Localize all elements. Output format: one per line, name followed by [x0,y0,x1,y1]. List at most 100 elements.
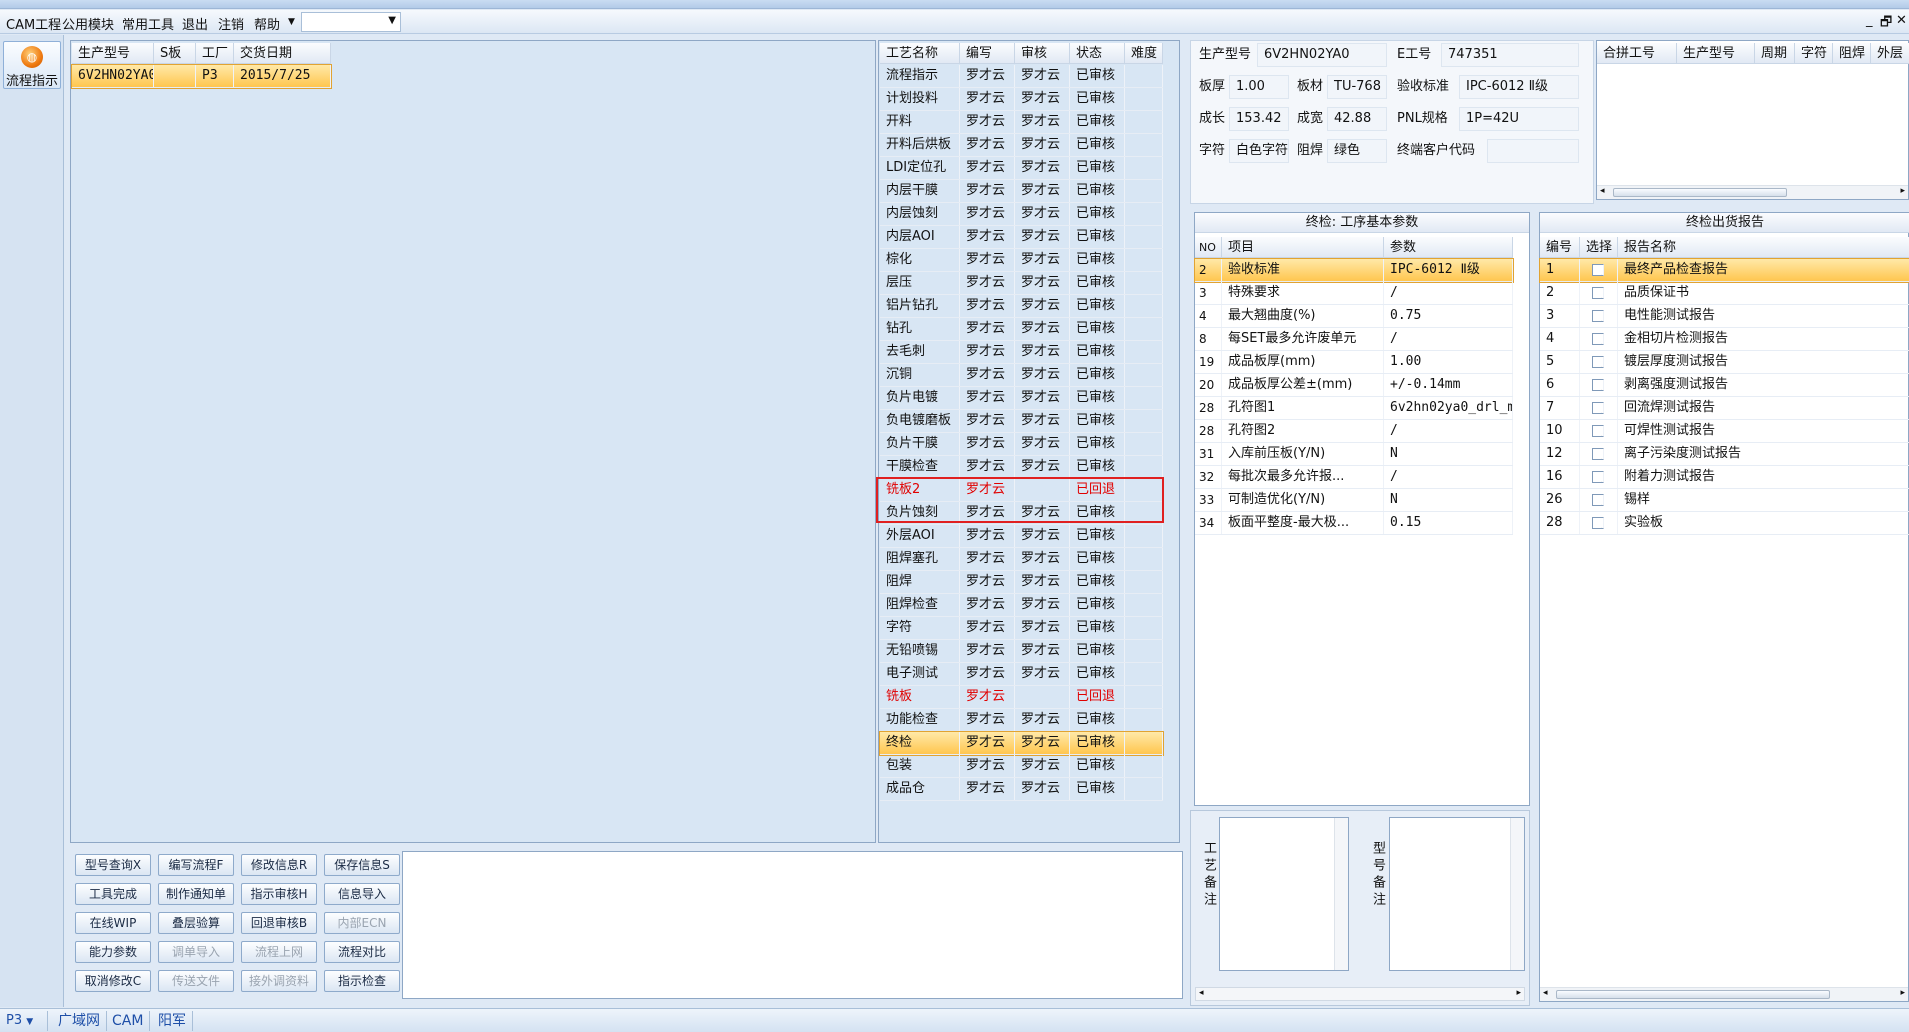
menu-help[interactable]: 帮助 [254,14,280,33]
process-row[interactable]: LDI定位孔 罗才云 罗才云 已审核 [880,157,1163,180]
process-row[interactable]: 成品仓 罗才云 罗才云 已审核 [880,778,1163,801]
process-row[interactable]: 计划投料 罗才云 罗才云 已审核 [880,88,1163,111]
process-row[interactable]: 钻孔 罗才云 罗才云 已审核 [880,318,1163,341]
scroll-right-icon[interactable]: ▸ [1900,186,1905,196]
process-row[interactable]: 阻焊检查 罗才云 罗才云 已审核 [880,594,1163,617]
menu-combo-box[interactable]: ▼ [301,12,401,32]
col-s-board[interactable]: S板 [154,43,196,63]
command-button[interactable]: 调单导入 [158,941,234,963]
model-remark-textbox[interactable] [1389,817,1525,971]
command-button[interactable]: 叠层验算 [158,912,234,934]
report-checkbox[interactable]: ✓ [1592,333,1604,345]
process-row[interactable]: 开料 罗才云 罗才云 已审核 [880,111,1163,134]
param-row[interactable]: 2 验收标准 IPC-6012 Ⅱ级 [1194,258,1514,283]
report-checkbox[interactable]: ✓ [1592,356,1604,368]
report-checkbox[interactable]: ✓ [1592,471,1604,483]
model-value[interactable]: 6V2HN02YA0 [1257,43,1387,67]
report-checkbox[interactable]: ✓ [1592,494,1604,506]
process-row[interactable]: 沉铜 罗才云 罗才云 已审核 [880,364,1163,387]
col-status[interactable]: 状态 [1070,43,1125,63]
report-checkbox[interactable]: ✓ [1592,425,1604,437]
vscroll[interactable] [1510,818,1524,970]
col-merge-model[interactable]: 生产型号 [1677,43,1755,63]
width-value[interactable]: 42.88 [1327,107,1387,131]
length-value[interactable]: 153.42 [1229,107,1289,131]
col-mask[interactable]: 阻焊 [1833,43,1871,63]
process-row[interactable]: 负片干膜 罗才云 罗才云 已审核 [880,433,1163,456]
scroll-left-icon[interactable]: ◂ [1543,988,1548,998]
param-row[interactable]: 32 每批次最多允许报... / [1195,466,1513,489]
report-row[interactable]: 2 ✓ 品质保证书 [1540,282,1909,305]
process-row[interactable]: 层压 罗才云 罗才云 已审核 [880,272,1163,295]
col-difficulty[interactable]: 难度 [1125,43,1163,63]
command-button[interactable]: 工具完成 [75,883,151,905]
scroll-left-icon[interactable]: ◂ [1600,186,1605,196]
process-row[interactable]: 内层干膜 罗才云 罗才云 已审核 [880,180,1163,203]
report-checkbox[interactable]: ✓ [1592,517,1604,529]
process-row[interactable]: 去毛刺 罗才云 罗才云 已审核 [880,341,1163,364]
report-row[interactable]: 10 ✓ 可焊性测试报告 [1540,420,1909,443]
process-row[interactable]: 无铅喷锡 罗才云 罗才云 已审核 [880,640,1163,663]
command-button[interactable]: 型号查询X [75,854,151,876]
param-row[interactable]: 4 最大翘曲度(%) 0.75 [1195,305,1513,328]
col-param[interactable]: 参数 [1384,237,1513,257]
scroll-right-icon[interactable]: ▸ [1900,988,1905,998]
col-select[interactable]: 选择 [1580,237,1618,257]
command-button[interactable]: 回退审核B [241,912,317,934]
flow-indicator-button[interactable]: ◍ 流程指示 [3,41,61,89]
col-report-no[interactable]: 编号 [1540,237,1580,257]
legend-value[interactable]: 白色字符 [1229,139,1289,163]
command-button[interactable]: 传送文件 [158,970,234,992]
pnl-spec-value[interactable]: 1P=42U [1459,107,1579,131]
command-button[interactable]: 指示检查 [324,970,400,992]
col-no[interactable]: NO [1195,237,1222,257]
command-button[interactable]: 取消修改C [75,970,151,992]
report-checkbox[interactable]: ✓ [1592,402,1604,414]
command-button[interactable]: 修改信息R [241,854,317,876]
process-row[interactable]: 终检 罗才云 罗才云 已审核 [879,731,1164,756]
process-row[interactable]: 铝片钻孔 罗才云 罗才云 已审核 [880,295,1163,318]
command-button[interactable]: 流程上网 [241,941,317,963]
report-checkbox[interactable]: ✓ [1592,264,1604,276]
report-row[interactable]: 5 ✓ 镀层厚度测试报告 [1540,351,1909,374]
order-row[interactable]: 6V2HN02YA0 P3 2015/7/25 [71,64,332,89]
menu-cam-project[interactable]: CAM工程 [6,14,61,33]
param-row[interactable]: 31 入库前压板(Y/N) N [1195,443,1513,466]
process-row[interactable]: 内层蚀刻 罗才云 罗才云 已审核 [880,203,1163,226]
message-area[interactable] [402,851,1183,999]
col-process-name[interactable]: 工艺名称 [880,43,960,63]
param-row[interactable]: 28 孔符图2/ [1195,420,1513,443]
report-row[interactable]: 26 ✓ 锡样 [1540,489,1909,512]
col-factory[interactable]: 工厂 [196,43,234,63]
col-author[interactable]: 编写 [960,43,1015,63]
minimize-icon[interactable]: _ [1866,13,1873,28]
report-checkbox[interactable]: ✓ [1592,287,1604,299]
report-row[interactable]: 12 ✓ 离子污染度测试报告 [1540,443,1909,466]
process-row[interactable]: 开料后烘板 罗才云 罗才云 已审核 [880,134,1163,157]
chevron-down-icon[interactable]: ▼ [26,1017,33,1027]
command-button[interactable]: 在线WIP [75,912,151,934]
report-row[interactable]: 6 ✓ 剥离强度测试报告 [1540,374,1909,397]
col-period[interactable]: 周期 [1755,43,1795,63]
param-row[interactable]: 33 可制造优化(Y/N) N [1195,489,1513,512]
chevron-down-icon[interactable]: ▼ [288,17,295,27]
command-button[interactable]: 信息导入 [324,883,400,905]
col-outer[interactable]: 外层 [1871,43,1909,63]
process-remark-textbox[interactable] [1219,817,1349,971]
menu-common-tools[interactable]: 常用工具 [122,14,174,33]
scroll-thumb[interactable] [1556,990,1830,999]
command-button[interactable]: 能力参数 [75,941,151,963]
param-row[interactable]: 34 板面平整度-最大极... 0.15 [1195,512,1513,535]
solder-mask-value[interactable]: 绿色 [1327,139,1387,163]
report-row[interactable]: 1 ✓ 最终产品检查报告 [1539,258,1909,283]
scroll-left-icon[interactable]: ◂ [1199,988,1204,998]
report-row[interactable]: 3 ✓ 电性能测试报告 [1540,305,1909,328]
col-reviewer[interactable]: 审核 [1015,43,1070,63]
process-row[interactable]: 棕化 罗才云 罗才云 已审核 [880,249,1163,272]
process-row[interactable]: 电子测试 罗才云 罗才云 已审核 [880,663,1163,686]
process-row[interactable]: 铣板 罗才云 已回退 [880,686,1163,709]
col-model[interactable]: 生产型号 [72,43,154,63]
process-row[interactable]: 干膜检查 罗才云 罗才云 已审核 [880,456,1163,479]
param-row[interactable]: 20 成品板厚公差±(mm) +/-0.14mm [1195,374,1513,397]
param-row[interactable]: 8 每SET最多允许废单元 / [1195,328,1513,351]
